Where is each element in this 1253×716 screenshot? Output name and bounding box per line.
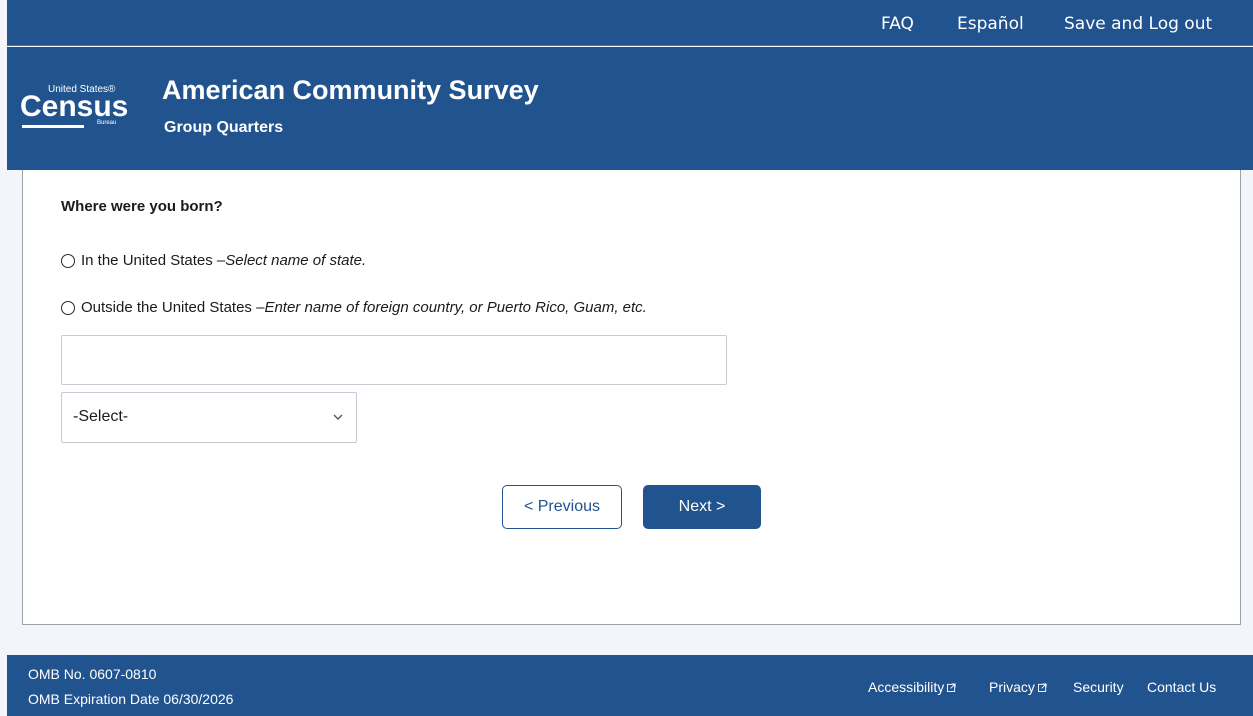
omb-number: OMB No. 0607-0810	[28, 666, 157, 682]
accessibility-link-label: Accessibility	[868, 679, 945, 695]
espanol-link[interactable]: Español	[957, 13, 1024, 35]
select-value: -Select-	[73, 408, 129, 425]
accessibility-link[interactable]: Accessibility	[868, 679, 956, 695]
logo-census-text: Census	[20, 90, 129, 123]
option-us-label: In the United States –	[81, 252, 226, 269]
option-us-hint: Select name of state.	[225, 252, 367, 269]
radio-circle-icon[interactable]	[61, 253, 75, 268]
save-and-logout-link[interactable]: Save and Log out	[1064, 13, 1212, 35]
question-text: Where were you born?	[61, 198, 223, 215]
privacy-link-label: Privacy	[989, 679, 1035, 695]
radio-option-outside-us[interactable]: Outside the United States – Enter name o…	[61, 299, 647, 316]
radio-option-united-states[interactable]: In the United States – Select name of st…	[61, 252, 366, 269]
question-card: Where were you born? In the United State…	[22, 170, 1241, 625]
page-title: American Community Survey	[162, 75, 539, 105]
privacy-link[interactable]: Privacy	[989, 679, 1047, 695]
option-outside-label: Outside the United States –	[81, 299, 265, 316]
site-footer: OMB No. 0607-0810 OMB Expiration Date 06…	[7, 655, 1253, 716]
next-button[interactable]: Next >	[643, 485, 761, 529]
radio-circle-icon[interactable]	[61, 300, 75, 315]
external-link-icon	[1037, 682, 1047, 692]
logo-underline	[22, 125, 84, 128]
census-bureau-logo: United States® Census Bureau	[20, 84, 128, 134]
option-outside-hint: Enter name of foreign country, or Puerto…	[264, 299, 647, 316]
omb-expiration-date: OMB Expiration Date 06/30/2026	[28, 691, 234, 707]
external-link-icon	[947, 682, 956, 692]
top-nav-bar: FAQ Español Save and Log out	[7, 0, 1253, 46]
contact-us-link[interactable]: Contact Us	[1147, 679, 1216, 695]
state-select-dropdown[interactable]: -Select-	[61, 392, 357, 443]
page-subtitle: Group Quarters	[164, 119, 284, 136]
security-link[interactable]: Security	[1073, 679, 1124, 695]
site-header: United States® Census Bureau American Co…	[7, 47, 1253, 170]
previous-button[interactable]: < Previous	[502, 485, 622, 529]
faq-link[interactable]: FAQ	[881, 13, 914, 35]
foreign-country-input[interactable]	[61, 335, 727, 385]
chevron-down-icon	[333, 414, 343, 420]
logo-bureau-text: Bureau	[97, 120, 117, 126]
